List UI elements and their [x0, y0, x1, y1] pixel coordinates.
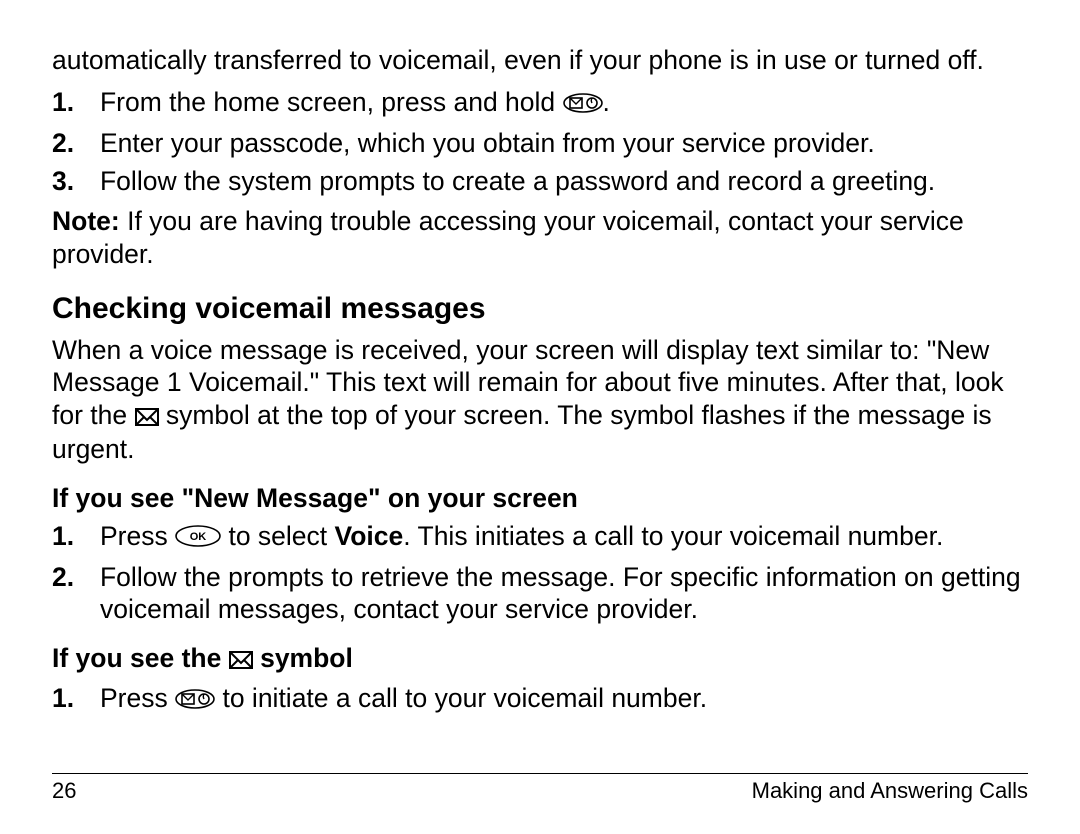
note-paragraph: Note: If you are having trouble accessin… [52, 205, 1028, 270]
subheading-new-message: If you see "New Message" on your screen [52, 483, 1028, 514]
page-footer: 26 Making and Answering Calls [52, 773, 1028, 804]
voice-label: Voice [335, 521, 404, 551]
step-text-before: Press [100, 521, 175, 551]
list-item: 1. From the home screen, press and hold … [52, 86, 1028, 120]
list-item: 1. Press to initiate a call to your voic… [52, 682, 1028, 716]
step-number: 2. [52, 561, 74, 593]
page-number: 26 [52, 778, 76, 804]
list-item: 2. Follow the prompts to retrieve the me… [52, 561, 1028, 626]
ok-key-icon: OK [175, 522, 221, 554]
new-message-steps: 1. Press OK to select Voice. This initia… [52, 520, 1028, 625]
manual-page: automatically transferred to voicemail, … [0, 0, 1080, 834]
step-text-after: to initiate a call to your voicemail num… [215, 683, 707, 713]
step-text: Enter your passcode, which you obtain fr… [100, 128, 875, 158]
svg-text:OK: OK [190, 531, 207, 543]
section-heading: Checking voicemail messages [52, 292, 1028, 326]
message-symbol-icon [229, 645, 253, 676]
step-number: 1. [52, 86, 74, 118]
step-number: 1. [52, 682, 74, 714]
section-body: When a voice message is received, your s… [52, 334, 1028, 465]
step-text-after: . This initiates a call to your voicemai… [403, 521, 943, 551]
subheading-symbol: If you see the symbol [52, 643, 1028, 676]
step-text: From the home screen, press and hold [100, 87, 563, 117]
subheading-symbol-b: symbol [253, 643, 353, 673]
section-body-b: symbol at the top of your screen. The sy… [52, 400, 992, 464]
message-symbol-icon [135, 401, 159, 433]
chapter-title: Making and Answering Calls [752, 778, 1028, 804]
step-text: Follow the system prompts to create a pa… [100, 166, 935, 196]
symbol-steps: 1. Press to initiate a call to your voic… [52, 682, 1028, 716]
list-item: 2. Enter your passcode, which you obtain… [52, 127, 1028, 159]
intro-paragraph: automatically transferred to voicemail, … [52, 44, 1028, 76]
list-item: 1. Press OK to select Voice. This initia… [52, 520, 1028, 554]
setup-steps-list: 1. From the home screen, press and hold … [52, 86, 1028, 197]
list-item: 3. Follow the system prompts to create a… [52, 165, 1028, 197]
voicemail-key-icon [175, 684, 215, 716]
note-text: If you are having trouble accessing your… [52, 206, 964, 268]
step-text-after: . [603, 87, 610, 117]
subheading-symbol-a: If you see the [52, 643, 229, 673]
step-text-mid: to select [221, 521, 334, 551]
step-text: Follow the prompts to retrieve the messa… [100, 562, 1021, 624]
step-number: 2. [52, 127, 74, 159]
step-number: 1. [52, 520, 74, 552]
step-text-before: Press [100, 683, 175, 713]
step-number: 3. [52, 165, 74, 197]
note-label: Note: [52, 206, 120, 236]
voicemail-key-icon [563, 88, 603, 120]
